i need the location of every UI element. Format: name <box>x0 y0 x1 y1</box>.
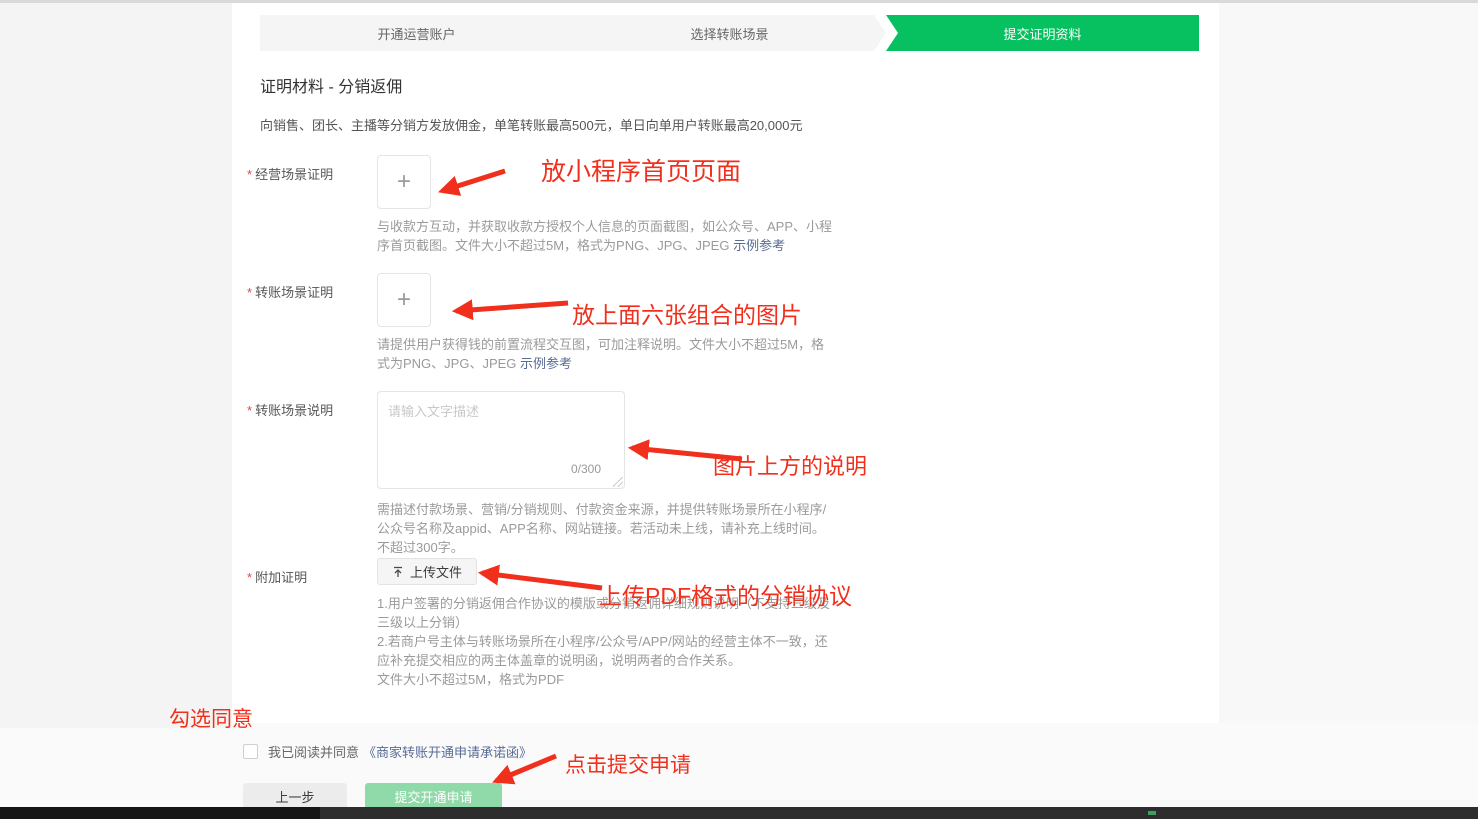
step-indicator: 开通运营账户 选择转账场景 提交证明资料 <box>260 15 1199 51</box>
annotation-upload-pdf-agreement: 上传PDF格式的分销协议 <box>599 577 852 611</box>
upload-file-label: 上传文件 <box>410 562 462 581</box>
annotation-check-agree: 勾选同意 <box>169 703 253 733</box>
bottom-taskbar <box>0 807 1478 819</box>
description-line: 文件大小不超过5M，格式为PDF <box>377 670 837 689</box>
step-label: 开通运营账户 <box>377 24 455 43</box>
agreement-row: 我已阅读并同意 《商家转账开通申请承诺函》 <box>243 742 532 761</box>
step-label: 提交证明资料 <box>1003 24 1081 43</box>
field-label: *经营场景证明 <box>247 155 377 255</box>
image-upload-box[interactable]: + <box>377 155 431 209</box>
plus-icon: + <box>397 288 411 312</box>
required-asterisk: * <box>247 167 252 182</box>
required-asterisk: * <box>247 285 252 300</box>
field-label: *附加证明 <box>247 558 377 689</box>
step-select-scene: 选择转账场景 <box>573 15 886 51</box>
right-background-panel <box>1219 3 1478 723</box>
taskbar-left-segment <box>0 807 320 819</box>
upload-icon <box>392 566 404 578</box>
agreement-label: 我已阅读并同意 <box>268 742 359 761</box>
description-text: 请提供用户获得钱的前置流程交互图，可加注释说明。文件大小不超过5M，格式为PNG… <box>377 337 824 371</box>
field-label-text: 转账场景说明 <box>255 403 333 418</box>
field-description: 请提供用户获得钱的前置流程交互图，可加注释说明。文件大小不超过5M，格式为PNG… <box>377 335 837 373</box>
taskbar-green-indicator <box>1148 811 1156 815</box>
example-reference-link[interactable]: 示例参考 <box>733 238 785 253</box>
example-reference-link[interactable]: 示例参考 <box>520 356 572 371</box>
step-label: 选择转账场景 <box>690 24 768 43</box>
page-title: 证明材料 - 分销返佣 <box>260 73 402 97</box>
page: 开通运营账户 选择转账场景 提交证明资料 证明材料 - 分销返佣 向销售、团长、… <box>0 0 1478 819</box>
field-description: 与收款方互动，并获取收款方授权个人信息的页面截图，如公众号、APP、小程序首页截… <box>377 217 837 255</box>
description-line: 2.若商户号主体与转账场景所在小程序/公众号/APP/网站的经营主体不一致，还应… <box>377 632 837 670</box>
left-background-panel <box>0 3 232 728</box>
page-subtitle: 向销售、团长、主播等分销方发放佣金，单笔转账最高500元，单日向单用户转账最高2… <box>260 115 802 134</box>
upload-file-button[interactable]: 上传文件 <box>377 558 477 585</box>
field-label-text: 经营场景证明 <box>255 167 333 182</box>
image-upload-box[interactable]: + <box>377 273 431 327</box>
annotation-six-images-combo: 放上面六张组合的图片 <box>572 296 802 330</box>
agreement-letter-link[interactable]: 《商家转账开通申请承诺函》 <box>363 742 532 761</box>
field-label-text: 附加证明 <box>255 570 307 585</box>
char-counter: 0/300 <box>571 462 601 476</box>
field-label-text: 转账场景证明 <box>255 285 333 300</box>
field-label: *转账场景证明 <box>247 273 377 373</box>
agreement-checkbox[interactable] <box>243 744 258 759</box>
textarea-resize-handle[interactable] <box>613 477 623 487</box>
step-submit-proof-active: 提交证明资料 <box>886 15 1199 51</box>
content-card: 开通运营账户 选择转账场景 提交证明资料 证明材料 - 分销返佣 向销售、团长、… <box>232 3 1219 723</box>
previous-step-button[interactable]: 上一步 <box>243 783 347 810</box>
required-asterisk: * <box>247 403 252 418</box>
submit-application-button[interactable]: 提交开通申请 <box>365 783 502 810</box>
annotation-click-submit: 点击提交申请 <box>565 749 691 779</box>
annotation-description-above-images: 图片上方的说明 <box>713 449 867 481</box>
step-open-account: 开通运营账户 <box>260 15 573 51</box>
required-asterisk: * <box>247 570 252 585</box>
plus-icon: + <box>397 170 411 194</box>
field-label: *转账场景说明 <box>247 391 377 557</box>
field-description: 需描述付款场景、营销/分销规则、付款资金来源，并提供转账场景所在小程序/公众号名… <box>377 500 837 557</box>
annotation-homepage-screenshot: 放小程序首页页面 <box>541 152 741 188</box>
